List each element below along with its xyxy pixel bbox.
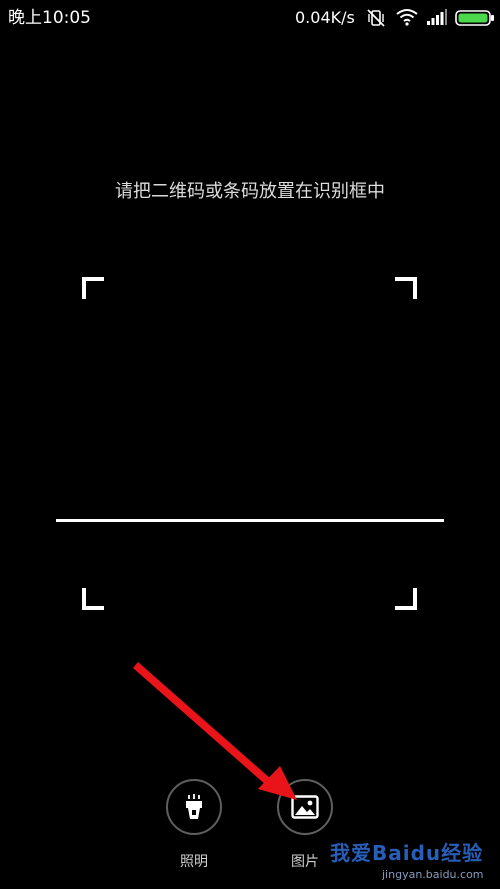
scan-prompt: 请把二维码或条码放置在识别框中 — [115, 181, 385, 202]
status-bar: 晚上10:05 0.04K/s — [0, 0, 500, 36]
scan-corner-bottom-right — [395, 588, 417, 610]
flashlight-button[interactable] — [166, 779, 222, 835]
watermark-text: 我爱Baidu经验 — [330, 841, 484, 865]
watermark-url: jingyan.baidu.com — [382, 868, 484, 881]
status-time: 晚上10:05 — [8, 8, 91, 28]
baidu-watermark: 我爱Baidu经验 jingyan.baidu.com — [326, 838, 496, 886]
battery-icon — [455, 10, 494, 26]
vibrate-off-icon — [367, 9, 385, 27]
flashlight-label: 照明 — [180, 854, 208, 870]
scan-line — [56, 519, 444, 522]
scan-frame — [82, 277, 417, 610]
scan-corner-top-left — [82, 277, 104, 299]
signal-icon — [427, 9, 447, 25]
gallery-button[interactable] — [277, 779, 333, 835]
network-speed: 0.04K/s — [295, 8, 355, 27]
flashlight-icon — [186, 794, 202, 819]
wifi-icon — [396, 9, 418, 26]
image-icon — [291, 795, 319, 819]
scan-corner-top-right — [395, 277, 417, 299]
scan-corner-bottom-left — [82, 588, 104, 610]
